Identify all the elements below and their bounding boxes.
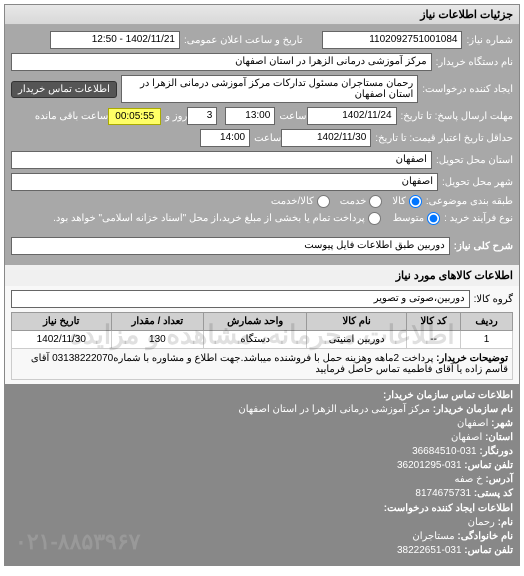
table-row: 1 -- دوربین امنیتی دستگاه 130 1402/11/30: [12, 331, 513, 349]
cat-goods-radio[interactable]: [409, 195, 422, 208]
cname-value: رحمان: [468, 517, 495, 528]
form-area: شماره نیاز: 1102092751001084 تاریخ و ساع…: [5, 25, 519, 265]
org-value: مرکز آموزشی درمانی الزهرا در استان اصفها…: [238, 404, 430, 415]
cat-goods-option[interactable]: کالا: [392, 195, 422, 208]
cat-service-radio[interactable]: [369, 195, 382, 208]
buyer-contact-button[interactable]: اطلاعات تماس خریدار: [11, 81, 117, 98]
ccity-value: اصفهان: [457, 418, 488, 429]
resp-time-field: 13:00: [225, 107, 275, 125]
proc-label: نوع فرآیند خرید :: [444, 213, 513, 224]
ccity-label: شهر:: [491, 418, 513, 429]
cell-idx: 1: [461, 331, 513, 349]
resp-time-label: ساعت: [279, 111, 306, 122]
cell-unit: دستگاه: [204, 331, 307, 349]
valid-label: حداقل تاریخ اعتبار قیمت: تا تاریخ:: [375, 133, 513, 144]
group-field: دوربین،صوتی و تصویر: [11, 290, 470, 308]
tel-value: 031-36201295: [397, 460, 462, 471]
cat-service-option[interactable]: خدمت: [340, 195, 383, 208]
proc-note-option[interactable]: پرداخت تمام یا بخشی از مبلغ خرید،از محل …: [53, 212, 381, 225]
req-no-field: 1102092751001084: [322, 31, 462, 49]
cat-label: طبقه بندی موضوعی:: [426, 196, 513, 207]
contact-header: اطلاعات تماس سازمان خریدار:: [11, 390, 513, 401]
addr-value: خ صفه: [454, 474, 482, 485]
cat-both-radio[interactable]: [317, 195, 330, 208]
lname-label: نام خانوادگی:: [457, 531, 513, 542]
proc-mid-option[interactable]: متوسط: [393, 212, 440, 225]
valid-time-field: 14:00: [200, 129, 250, 147]
proc-mid-radio[interactable]: [427, 212, 440, 225]
desc-cell: توضیحات خریدار: پرداخت 2ماهه وهزینه حمل …: [12, 349, 513, 380]
lname-value: مستاجران: [412, 531, 454, 542]
summary-field: دوربین طبق اطلاعات فایل پیوست: [11, 237, 450, 255]
col-idx: ردیف: [461, 313, 513, 331]
resp-date-field: 1402/11/24: [307, 107, 397, 125]
tel-label: تلفن تماس:: [464, 460, 513, 471]
goods-table: ردیف کد کالا نام کالا واحد شمارش تعداد /…: [11, 312, 513, 380]
cname-label: نام:: [498, 517, 513, 528]
prov-field: اصفهان: [11, 151, 432, 169]
cprov-label: استان:: [485, 432, 513, 443]
valid-time-label: ساعت: [254, 133, 281, 144]
zip-label: کد پستی:: [474, 488, 513, 499]
ctel-label: تلفن تماس:: [464, 545, 513, 556]
city-field: اصفهان: [11, 173, 438, 191]
details-panel: جزئیات اطلاعات نیاز شماره نیاز: 11020927…: [4, 4, 520, 566]
resp-deadline-label: مهلت ارسال پاسخ: تا تاریخ:: [401, 111, 513, 122]
ctel-value: 031-38222651: [397, 545, 462, 556]
fax-label: دورنگار:: [479, 446, 513, 457]
creator-field: رحمان مستاجران مسئول تدارکات مرکز آموزشی…: [121, 75, 418, 103]
countdown: 00:05:55: [108, 108, 161, 125]
city-label: شهر محل تحویل:: [442, 177, 513, 188]
pub-dt-field: 1402/11/21 - 12:50: [50, 31, 180, 49]
desc-row: توضیحات خریدار: پرداخت 2ماهه وهزینه حمل …: [12, 349, 513, 380]
col-date: تاریخ نیاز: [12, 313, 112, 331]
creator-label: ایجاد کننده درخواست:: [422, 84, 513, 95]
desc-label: توضیحات خریدار:: [436, 353, 508, 364]
group-label: گروه کالا:: [474, 294, 513, 305]
cat-both-option[interactable]: کالا/خدمت: [271, 195, 330, 208]
cat-radio-group: کالا خدمت کالا/خدمت: [271, 195, 422, 208]
contact-area: اطلاعات تماس سازمان خریدار: نام سازمان خ…: [5, 384, 519, 565]
days-field: 3: [187, 107, 217, 125]
goods-area: گروه کالا: دوربین،صوتی و تصویر ردیف کد ک…: [5, 286, 519, 384]
prov-label: استان محل تحویل:: [436, 155, 513, 166]
cprov-value: اصفهان: [451, 432, 482, 443]
col-qty: تعداد / مقدار: [111, 313, 204, 331]
goods-section-title: اطلاعات کالاهای مورد نیاز: [5, 265, 519, 286]
table-header-row: ردیف کد کالا نام کالا واحد شمارش تعداد /…: [12, 313, 513, 331]
proc-note-radio[interactable]: [368, 212, 381, 225]
col-unit: واحد شمارش: [204, 313, 307, 331]
req-no-label: شماره نیاز:: [466, 35, 513, 46]
addr-label: آدرس:: [485, 474, 513, 485]
valid-date-field: 1402/11/30: [281, 129, 371, 147]
days-suffix: روز و: [165, 111, 187, 122]
col-name: نام کالا: [307, 313, 407, 331]
buyer-dev-field: مرکز آموزشی درمانی الزهرا در استان اصفها…: [11, 53, 432, 71]
remain-suffix: ساعت باقی مانده: [35, 111, 108, 122]
cell-name: دوربین امنیتی: [307, 331, 407, 349]
org-label: نام سازمان خریدار:: [433, 404, 513, 415]
creator-header: اطلاعات ایجاد کننده درخواست:: [11, 503, 513, 514]
buyer-dev-label: نام دستگاه خریدار:: [436, 57, 513, 68]
fax-value: 031-36684510: [412, 446, 477, 457]
cell-code: --: [407, 331, 461, 349]
summary-label: شرح کلی نیاز:: [454, 241, 513, 252]
col-code: کد کالا: [407, 313, 461, 331]
panel-title: جزئیات اطلاعات نیاز: [5, 5, 519, 25]
pub-dt-label: تاریخ و ساعت اعلان عمومی:: [184, 35, 303, 46]
cell-date: 1402/11/30: [12, 331, 112, 349]
cell-qty: 130: [111, 331, 204, 349]
zip-value: 8174675731: [415, 488, 471, 499]
